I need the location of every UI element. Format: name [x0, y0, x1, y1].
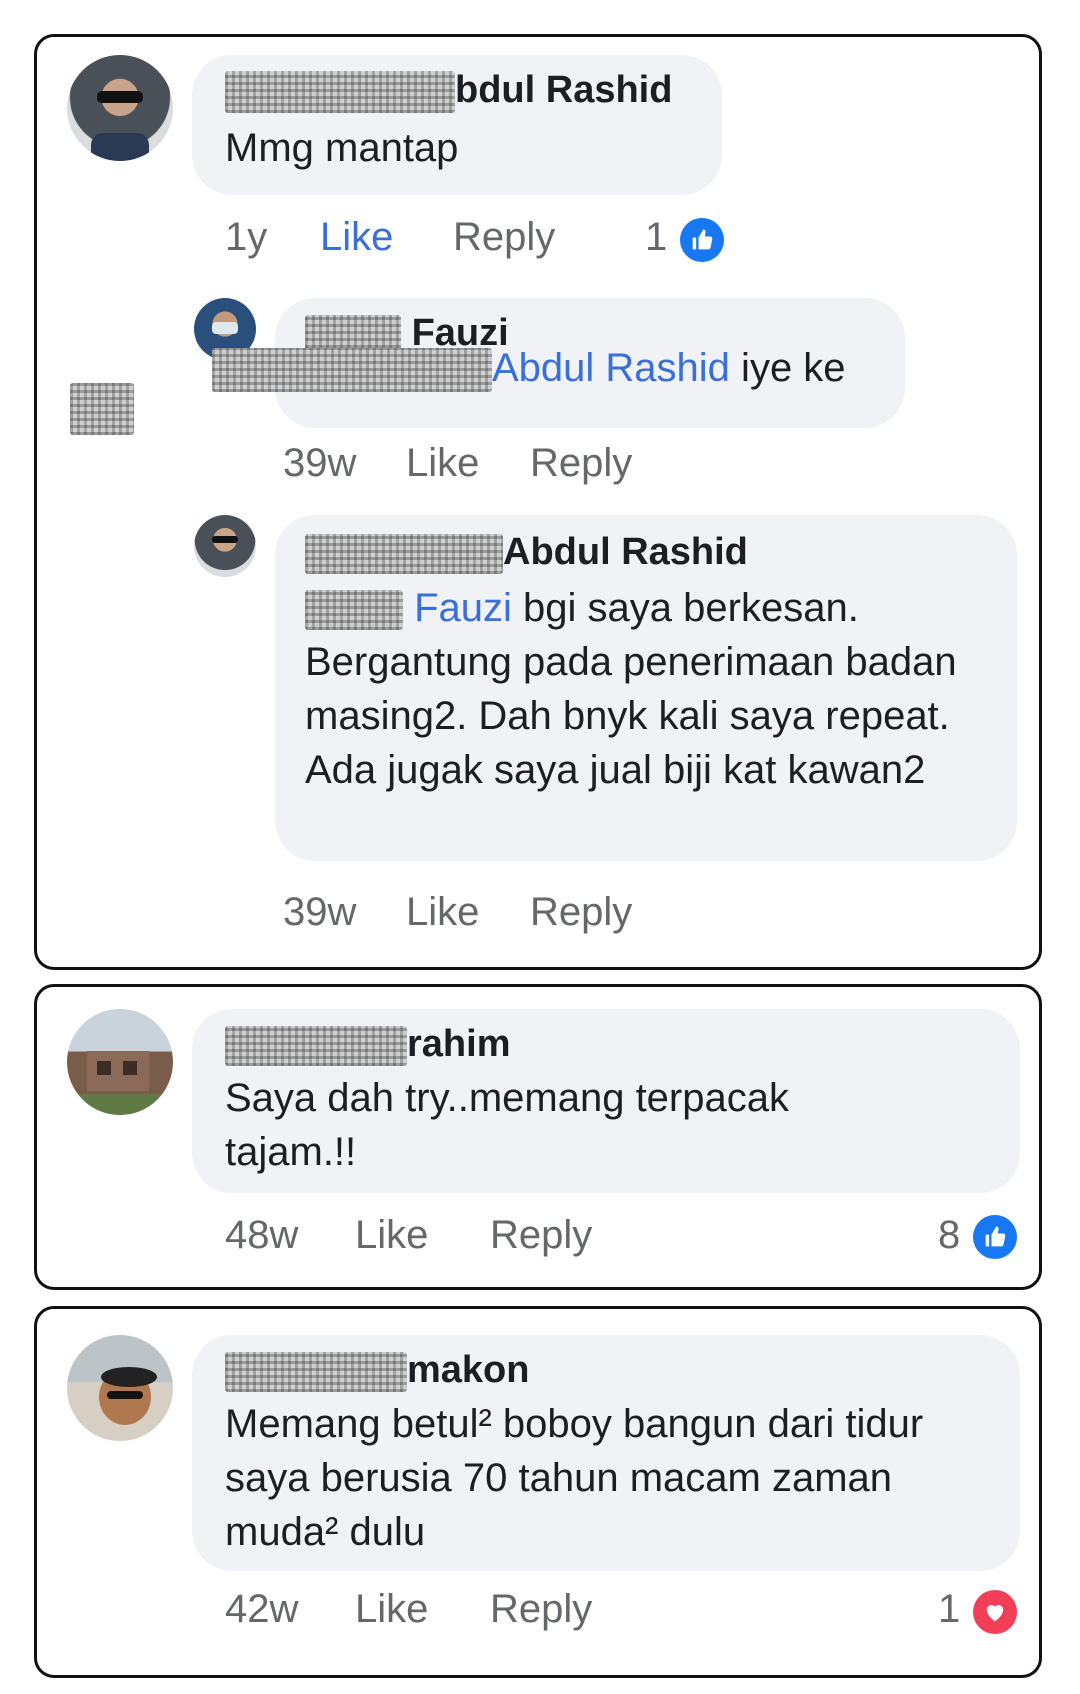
comment-time[interactable]: 42w	[225, 1587, 298, 1632]
like-button[interactable]: Like	[320, 215, 393, 260]
like-thumb-icon[interactable]	[680, 218, 724, 262]
comment-card: makon Memang betul² boboy bangun dari ti…	[34, 1306, 1042, 1678]
avatar[interactable]	[194, 515, 256, 577]
redacted-name-block	[305, 533, 503, 574]
redacted-name-block	[225, 70, 455, 113]
avatar[interactable]	[67, 55, 173, 161]
comment-time[interactable]: 48w	[225, 1213, 298, 1258]
like-button[interactable]: Like	[355, 1587, 428, 1632]
comment-text: Mmg mantap	[225, 126, 459, 170]
avatar[interactable]	[67, 1009, 173, 1115]
like-button[interactable]: Like	[406, 890, 479, 935]
redacted-name-block	[225, 1025, 407, 1066]
commenter-name[interactable]: rahim	[225, 1023, 510, 1066]
avatar-photo-icon	[212, 536, 238, 543]
reply-button[interactable]: Reply	[490, 1587, 592, 1632]
like-thumb-icon[interactable]	[973, 1215, 1017, 1259]
comment-text: Saya dah try..memang terpacak tajam.!!	[225, 1076, 789, 1174]
avatar-photo-icon	[99, 1367, 157, 1425]
reply-time[interactable]: 39w	[283, 890, 356, 935]
avatar-photo-icon	[91, 91, 149, 161]
commenter-name[interactable]: makon	[225, 1349, 529, 1392]
reaction-count[interactable]: 1	[938, 1587, 960, 1632]
reaction-count[interactable]: 1	[645, 215, 667, 260]
redacted-text-block	[305, 590, 403, 631]
reply-button[interactable]: Reply	[453, 215, 555, 260]
avatar-photo-icon	[87, 1051, 149, 1091]
comment-card: rahim Saya dah try..memang terpacak taja…	[34, 984, 1042, 1290]
reply-time[interactable]: 39w	[283, 441, 356, 486]
reply-text: Fauzi bgi saya berkesan. Bergantung pada…	[305, 586, 957, 792]
avatar[interactable]	[67, 1335, 173, 1441]
reply-text: Abdul Rashid iye ke	[212, 341, 846, 395]
mention-link[interactable]: Fauzi	[414, 586, 512, 630]
reply-button[interactable]: Reply	[530, 890, 632, 935]
redacted-text-block	[70, 383, 134, 435]
redacted-name-block	[225, 1351, 407, 1392]
reply-author-name[interactable]: Abdul Rashid	[305, 531, 748, 574]
reply-button[interactable]: Reply	[530, 441, 632, 486]
comment-time[interactable]: 1y	[225, 215, 267, 260]
reply-button[interactable]: Reply	[490, 1213, 592, 1258]
comment-text: Memang betul² boboy bangun dari tidur sa…	[225, 1402, 924, 1554]
like-button[interactable]: Like	[406, 441, 479, 486]
love-heart-icon[interactable]	[973, 1590, 1017, 1634]
like-button[interactable]: Like	[355, 1213, 428, 1258]
comment-thread-card: bdul Rashid Mmg mantap 1y Like Reply 1 F…	[34, 34, 1042, 970]
reaction-count[interactable]: 8	[938, 1213, 960, 1258]
mention-link[interactable]: Abdul Rashid	[492, 346, 730, 390]
redacted-text-block	[212, 348, 492, 393]
commenter-name[interactable]: bdul Rashid	[225, 69, 672, 113]
